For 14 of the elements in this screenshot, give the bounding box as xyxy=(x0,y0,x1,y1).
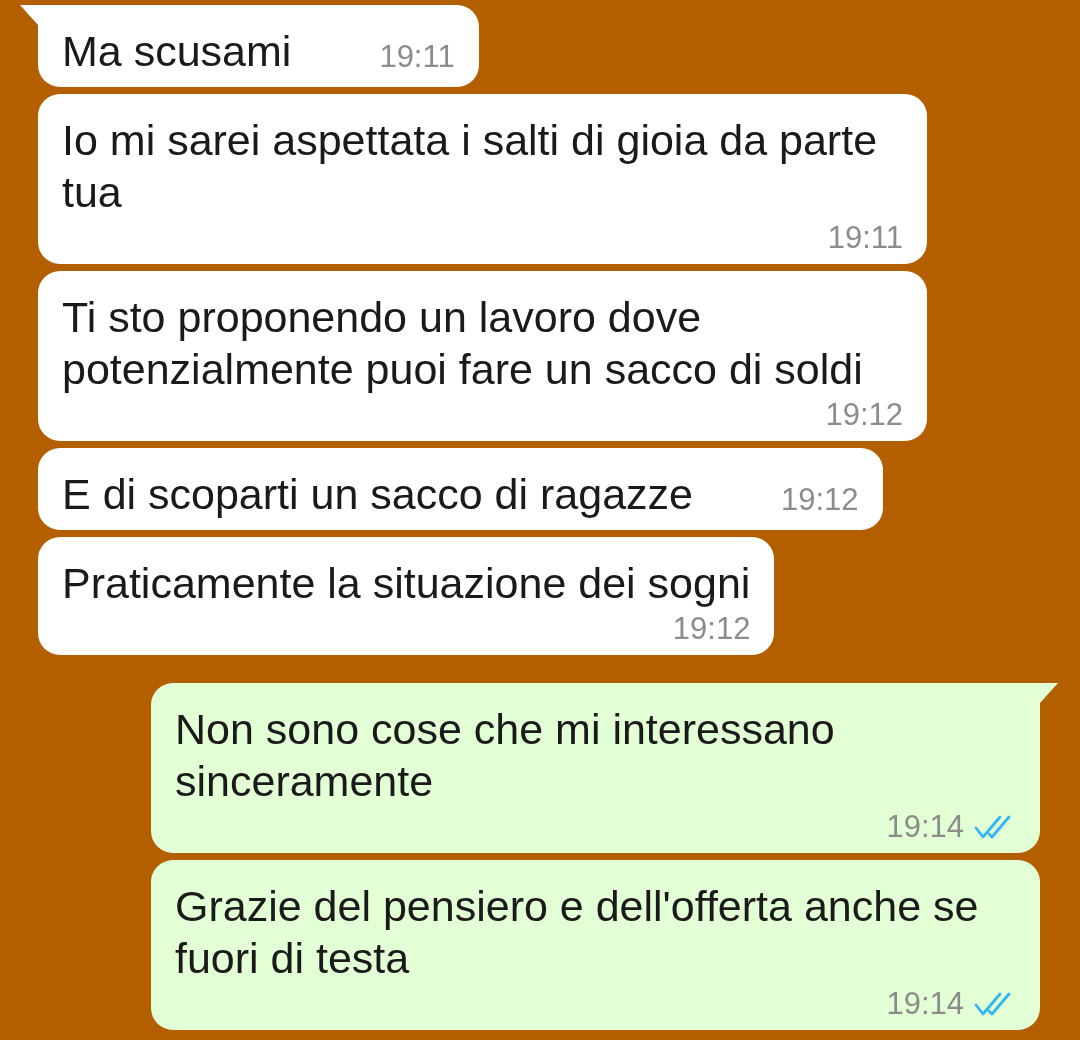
message-text: Io mi sarei aspettata i salti di gioia da parte tua xyxy=(62,115,879,218)
message-text: Praticamente la situazione dei sogni xyxy=(62,558,751,609)
message-time: 19:14 xyxy=(886,985,964,1023)
message-time: 19:12 xyxy=(672,610,751,648)
message-text: Grazie del pensiero e dell'offerta anche se fuori di testa xyxy=(175,881,980,984)
message-time: 19:12 xyxy=(781,481,859,519)
message-time: 19:14 xyxy=(886,808,964,846)
message-text: Ti sto proponendo un lavoro dove potenzialmente puoi fare un sacco di soldi xyxy=(62,292,864,395)
message-time: 19:12 xyxy=(825,396,903,434)
message-time: 19:11 xyxy=(827,219,903,257)
message-text: Ma scusami xyxy=(62,26,292,77)
message-text: Non sono cose che mi interessano sinceramente xyxy=(175,704,836,807)
message-text: E di scoparti un sacco di ragazze xyxy=(62,469,693,520)
message-time: 19:11 xyxy=(379,38,455,76)
